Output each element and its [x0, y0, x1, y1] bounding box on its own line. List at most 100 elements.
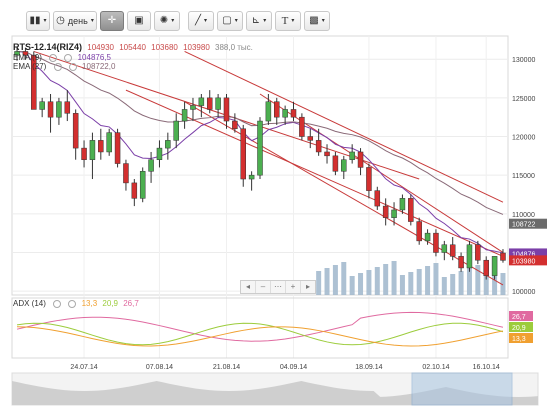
y-tick-label: 115000 — [512, 173, 535, 180]
price-tag-label: 108722 — [512, 222, 535, 229]
volume-bar — [341, 262, 347, 295]
candle-body — [357, 151, 364, 168]
navigator[interactable] — [11, 372, 539, 406]
candle-body — [449, 244, 456, 257]
x-tick-label: 16.10.14 — [473, 364, 500, 371]
candle-body — [64, 101, 71, 114]
draw-line-button[interactable]: ╱ ▾ — [188, 11, 214, 31]
save-image-button[interactable]: ▣ — [127, 11, 151, 31]
candle-body — [265, 101, 272, 122]
candle-body — [416, 221, 422, 242]
settings-icon[interactable] — [53, 62, 62, 71]
candle-body — [215, 97, 221, 110]
close-value: 103980 — [183, 43, 210, 52]
price-grid — [11, 35, 509, 358]
price-tag: 103980 — [509, 255, 547, 266]
scroll-right-button[interactable]: ▸ — [301, 281, 315, 293]
symbol-label: RTS-12.14(RIZ4) — [13, 42, 83, 52]
volume-bar — [358, 273, 364, 295]
candle-body — [223, 97, 230, 122]
settings-icon[interactable] — [49, 53, 58, 62]
candle-body — [324, 151, 330, 157]
zoom-in-button[interactable]: + — [286, 281, 301, 293]
candle-body — [39, 101, 45, 110]
chevron-down-icon: ▾ — [263, 18, 267, 24]
candles-icon: ▮▮ — [29, 15, 41, 26]
zoom-reset-button[interactable]: ⋯ — [271, 281, 286, 293]
chevron-down-icon: ▾ — [171, 18, 175, 24]
chevron-down-icon: ▾ — [204, 18, 208, 24]
chevron-down-icon: ▾ — [291, 18, 295, 24]
clock-icon: ◷ — [56, 15, 65, 26]
date-axis: 24.07.14 07.08.14 21.08.14 04.09.14 18.09.14… — [70, 364, 500, 371]
candle-body — [500, 252, 506, 261]
candle-body — [341, 159, 347, 172]
candle-body — [81, 147, 87, 160]
candle-body — [441, 244, 448, 253]
volume-bar — [383, 264, 389, 295]
adx-minus-value: 13,3 — [81, 299, 98, 308]
adx-tag-label: 26,7 — [512, 314, 526, 321]
candle-body — [424, 232, 431, 242]
line-tool-icon: ╱ — [194, 15, 201, 26]
remove-icon[interactable] — [68, 299, 77, 308]
candle-body — [458, 256, 464, 269]
text-button[interactable]: T ▾ — [275, 11, 301, 31]
shapes-button[interactable]: ▢ ▾ — [217, 11, 243, 31]
volume-value: 388,0 тыс. — [215, 43, 253, 52]
volume-bar — [324, 268, 330, 295]
indicators-button[interactable]: ✺ ▾ — [154, 11, 180, 31]
candle-body — [139, 171, 146, 199]
text-tool-label: T — [281, 15, 289, 27]
adx-tag-label: 20,9 — [512, 325, 526, 332]
fibonacci-button[interactable]: ⊾ ▾ — [246, 11, 272, 31]
candles — [14, 47, 506, 280]
candle-body — [391, 209, 397, 218]
volume-bar — [374, 267, 380, 295]
image-button[interactable]: ▩ ▾ — [304, 11, 330, 31]
candle-body — [491, 256, 498, 276]
candle-body — [98, 140, 104, 153]
candle-body — [382, 205, 389, 218]
price-tag: 108722 — [509, 218, 547, 229]
candle-body — [374, 190, 381, 207]
settings-icon[interactable] — [53, 299, 62, 308]
volume-bar — [466, 268, 472, 295]
chart-type-button[interactable]: ▮▮ ▾ — [26, 11, 50, 31]
zoom-out-button[interactable]: – — [256, 281, 271, 293]
x-tick-label: 07.08.14 — [146, 364, 173, 371]
chevron-down-icon: ▾ — [234, 18, 238, 24]
open-value: 104930 — [87, 43, 114, 52]
candle-body — [433, 232, 439, 253]
volume-bar — [391, 261, 397, 295]
volume-bar — [416, 269, 422, 295]
candle-body — [483, 259, 489, 276]
remove-icon[interactable] — [64, 53, 73, 62]
remove-icon[interactable] — [68, 62, 77, 71]
chevron-down-icon: ▾ — [43, 18, 47, 24]
crosshair-button[interactable]: ✛ — [100, 11, 124, 31]
scroll-left-button[interactable]: ◂ — [241, 281, 256, 293]
ema27-value: 108722,0 — [82, 62, 116, 71]
candle-body — [106, 132, 112, 153]
fan-icon: ⊾ — [251, 15, 261, 26]
candle-body — [232, 120, 238, 130]
adx-legend[interactable]: ADX (14) 13,3 20,9 26,7 — [13, 299, 142, 309]
y-tick-label: 125000 — [512, 96, 535, 103]
candle-body — [206, 97, 213, 110]
ohlc-legend: RTS-12.14(RIZ4) 104930 105440 103680 103… — [13, 42, 256, 53]
volume-bar — [450, 274, 456, 295]
period-button[interactable]: ◷ день ▾ — [53, 11, 97, 31]
candle-body — [315, 140, 322, 153]
y-tick-label: 130000 — [512, 57, 535, 64]
rectangle-icon: ▢ — [222, 15, 232, 26]
candle-body — [240, 128, 246, 180]
candle-body — [299, 116, 305, 137]
ema27-legend[interactable]: EMA (27) 108722,0 — [13, 62, 118, 72]
adx-tag-label: 13,3 — [512, 336, 526, 343]
candle-body — [114, 132, 121, 164]
chart-area[interactable]: 1300001250001200001150001100001050001000… — [0, 33, 550, 409]
candle-body — [47, 101, 54, 118]
volume-bar — [441, 277, 447, 295]
low-value: 103680 — [151, 43, 178, 52]
